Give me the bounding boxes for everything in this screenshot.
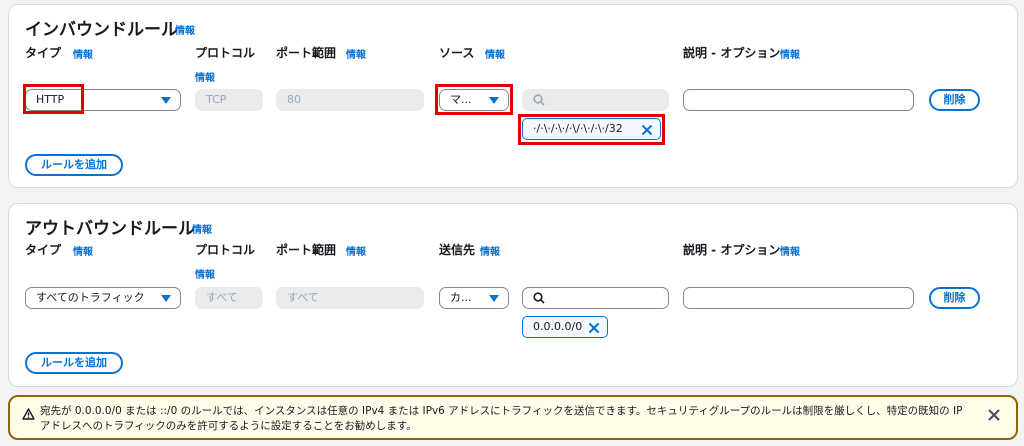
- source-header: ソース: [439, 46, 475, 60]
- type-select-value: すべてのトラフィック: [36, 291, 145, 304]
- highlight-box-source: [435, 84, 513, 115]
- description-input[interactable]: [683, 287, 914, 309]
- close-icon[interactable]: [588, 321, 600, 334]
- description-header: 説明 - オプション: [683, 243, 781, 257]
- type-select[interactable]: すべてのトラフィック: [25, 287, 181, 309]
- close-icon[interactable]: [988, 406, 1000, 425]
- protocol-field: すべて: [195, 287, 263, 309]
- outbound-title-info-link[interactable]: 情報: [192, 221, 212, 236]
- protocol-info-link[interactable]: 情報: [195, 266, 215, 281]
- highlight-box-token: [518, 114, 665, 145]
- type-info-link[interactable]: 情報: [73, 243, 93, 258]
- destination-search-input[interactable]: [522, 287, 669, 309]
- description-info-link[interactable]: 情報: [780, 243, 800, 258]
- caret-down-icon: [489, 295, 499, 302]
- warning-triangle-icon: [22, 405, 35, 424]
- caret-down-icon: [161, 295, 171, 302]
- search-icon: [533, 292, 545, 304]
- port-range-header: ポート範囲: [276, 243, 337, 257]
- port-range-info-link[interactable]: 情報: [346, 46, 366, 61]
- caret-down-icon: [161, 97, 171, 104]
- source-info-link[interactable]: 情報: [485, 46, 505, 61]
- type-header: タイプ: [25, 46, 62, 60]
- description-input[interactable]: [683, 89, 914, 111]
- port-range-header: ポート範囲: [276, 46, 337, 60]
- inbound-rules-title: インバウンドルール: [25, 20, 178, 40]
- protocol-field: TCP: [195, 89, 263, 111]
- outbound-rules-panel: アウトバウンドルール 情報 タイプ 情報 プロトコル 情報 ポート範囲 情報 送…: [8, 203, 1018, 387]
- highlight-box-type: [23, 84, 84, 114]
- warning-alert: 宛先が 0.0.0.0/0 または ::/0 のルールでは、インスタンスは任意の…: [8, 395, 1018, 440]
- destination-cidr-token: 0.0.0.0/0: [522, 316, 608, 338]
- protocol-info-link[interactable]: 情報: [195, 69, 215, 84]
- outbound-rules-title: アウトバウンドルール: [25, 219, 195, 239]
- add-outbound-rule-button[interactable]: ルールを追加: [25, 352, 123, 374]
- protocol-header: プロトコル: [195, 46, 256, 60]
- port-range-field: すべて: [276, 287, 424, 309]
- description-info-link[interactable]: 情報: [780, 46, 800, 61]
- destination-cidr-value: 0.0.0.0/0: [533, 320, 583, 333]
- port-range-field: 80: [276, 89, 424, 111]
- destination-info-link[interactable]: 情報: [480, 243, 500, 258]
- destination-header: 送信先: [439, 243, 476, 257]
- destination-type-value: カ...: [450, 291, 472, 304]
- warning-text: 宛先が 0.0.0.0/0 または ::/0 のルールでは、インスタンスは任意の…: [40, 405, 963, 432]
- delete-button[interactable]: 削除: [929, 287, 980, 309]
- add-inbound-rule-button[interactable]: ルールを追加: [25, 154, 123, 176]
- port-range-info-link[interactable]: 情報: [346, 243, 366, 258]
- type-info-link[interactable]: 情報: [73, 46, 93, 61]
- inbound-title-info-link[interactable]: 情報: [175, 22, 195, 37]
- inbound-rules-panel: インバウンドルール 情報 タイプ 情報 プロトコル 情報 ポート範囲 情報 ソー…: [8, 4, 1018, 188]
- protocol-header: プロトコル: [195, 243, 256, 257]
- search-icon: [533, 94, 545, 106]
- destination-type-select[interactable]: カ...: [439, 287, 509, 309]
- description-header: 説明 - オプション: [683, 46, 781, 60]
- type-header: タイプ: [25, 243, 62, 257]
- delete-button[interactable]: 削除: [929, 89, 980, 111]
- source-search-input[interactable]: [522, 89, 669, 111]
